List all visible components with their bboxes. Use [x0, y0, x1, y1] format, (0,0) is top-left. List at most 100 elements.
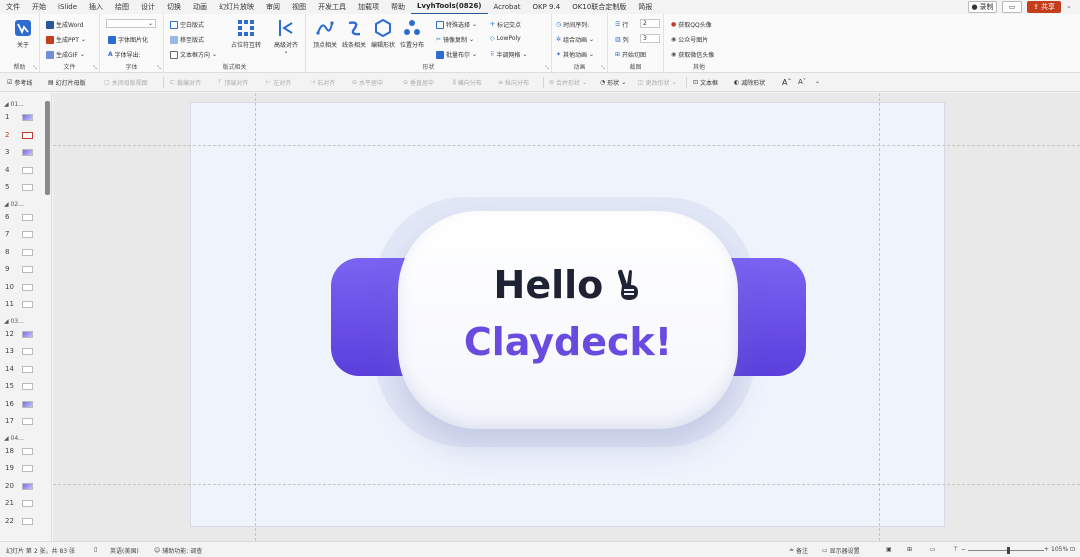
- slide-thumbnail[interactable]: [22, 517, 33, 525]
- menu-tab[interactable]: OKP 9.4: [527, 0, 567, 14]
- mirror-copy-button[interactable]: ✂ 镜像复制 ⌄: [436, 35, 474, 44]
- font-increase-button[interactable]: Aˆ: [782, 78, 791, 87]
- account-image-button[interactable]: ◉ 公众号图片: [671, 35, 708, 44]
- shape-button[interactable]: ◔ 形状 ⌄: [600, 78, 626, 87]
- language[interactable]: 英语(美国): [110, 546, 139, 555]
- chevron-down-icon[interactable]: ⌄: [1066, 2, 1072, 10]
- guides-toggle[interactable]: ☑ 参考线: [7, 78, 32, 87]
- merge-shape-button[interactable]: ⊚ 合并形状 ⌄: [549, 78, 587, 87]
- guide-line-v[interactable]: [879, 93, 880, 541]
- top-align-button[interactable]: ⊤ 顶端对齐: [217, 78, 248, 87]
- subtract-shape-button[interactable]: ◐ 减除形状: [734, 78, 765, 87]
- font-export-button[interactable]: A 字体导出:: [108, 50, 141, 59]
- zoom-out-icon[interactable]: −: [961, 546, 966, 553]
- accessibility-status[interactable]: ☺ 辅助功能: 调查: [154, 546, 202, 555]
- gen-word-button[interactable]: 生成Word: [46, 20, 83, 29]
- halftone-grid-button[interactable]: ⠿ 半调网格 ⌄: [490, 50, 527, 59]
- zoom-level[interactable]: 105%: [1051, 546, 1068, 553]
- h-center-button[interactable]: ⊝ 水平居中: [352, 78, 383, 87]
- spellcheck-icon[interactable]: ▯: [94, 546, 97, 553]
- launcher-icon[interactable]: ⤡: [33, 65, 37, 71]
- slide-thumbnail[interactable]: [22, 213, 33, 221]
- section-header[interactable]: ◢ 03...: [4, 318, 24, 325]
- guide-line-h[interactable]: [53, 145, 1080, 146]
- guide-line-h[interactable]: [53, 484, 1080, 485]
- slide-thumbnail[interactable]: [22, 500, 33, 507]
- slide-thumbnail[interactable]: [22, 184, 33, 191]
- vertex-button[interactable]: 顶点相关: [309, 40, 341, 49]
- slide-thumbnail[interactable]: [22, 447, 33, 455]
- slide-thumbnail[interactable]: [22, 400, 33, 408]
- zoom-slider[interactable]: [968, 550, 1044, 551]
- v-center-button[interactable]: ⊝ 垂直居中: [403, 78, 434, 87]
- slide-thumbnail[interactable]: [22, 131, 33, 139]
- zoom-in-icon[interactable]: +: [1044, 546, 1049, 553]
- crop-align-button[interactable]: ⊏ 裁编对齐: [170, 78, 201, 87]
- menu-tab[interactable]: 开始: [26, 0, 52, 14]
- reading-view-icon[interactable]: ▭: [930, 546, 936, 553]
- get-wechat-avatar-button[interactable]: ◉ 获取微信头像: [671, 50, 714, 59]
- menu-tab[interactable]: 加载项: [352, 0, 385, 14]
- slide-thumbnail[interactable]: [22, 348, 33, 355]
- menu-tab[interactable]: 审阅: [260, 0, 286, 14]
- section-header[interactable]: ◢ 01...: [4, 101, 24, 108]
- section-header[interactable]: ◢ 04...: [4, 435, 24, 442]
- clay-wing-right[interactable]: [726, 258, 806, 376]
- slide-thumbnail[interactable]: [22, 365, 33, 373]
- vertex-icon[interactable]: [316, 19, 334, 37]
- slide-thumbnail[interactable]: [22, 301, 33, 308]
- slide[interactable]: Hello Claydeck!: [190, 102, 945, 527]
- slide-thumbnail[interactable]: [22, 465, 33, 472]
- edit-shape-icon[interactable]: [374, 19, 392, 37]
- col-count-input[interactable]: 3: [640, 34, 660, 43]
- launcher-icon[interactable]: ⤡: [601, 65, 605, 71]
- menu-tab[interactable]: 帮助: [385, 0, 411, 14]
- get-qq-avatar-button[interactable]: ● 获取QQ头像: [671, 20, 712, 29]
- move-layout-button[interactable]: 移至版式: [170, 35, 204, 44]
- menu-tab[interactable]: 简报: [632, 0, 658, 14]
- comment-button[interactable]: ▭: [1002, 1, 1022, 13]
- about-button[interactable]: 关于: [14, 40, 32, 49]
- menu-tab[interactable]: Acrobat: [488, 0, 527, 14]
- distribute-icon[interactable]: [403, 19, 421, 37]
- guide-line-v[interactable]: [255, 93, 256, 541]
- claydeck-text[interactable]: Claydeck!: [398, 320, 738, 364]
- edit-shape-button[interactable]: 编辑形状: [367, 40, 399, 49]
- other-animation-button[interactable]: ✦ 其他动画 ⌄: [556, 50, 594, 59]
- slide-thumbnail[interactable]: [22, 166, 33, 174]
- right-align-button[interactable]: ⊣ 右对齐: [310, 78, 335, 87]
- h-distribute-button[interactable]: ⫼ 横向分布: [453, 78, 482, 88]
- menu-tab[interactable]: 插入: [83, 0, 109, 14]
- slide-thumbnail[interactable]: [22, 266, 33, 273]
- left-align-button[interactable]: ⊢ 左对齐: [266, 78, 291, 87]
- slide-thumbnail[interactable]: [22, 149, 33, 156]
- zoom-slider-handle[interactable]: [1007, 547, 1010, 554]
- normal-view-icon[interactable]: ▣: [886, 546, 892, 553]
- row-count-input[interactable]: 2: [640, 19, 660, 28]
- display-settings-button[interactable]: ▭ 显示器设置: [822, 546, 860, 555]
- slideshow-icon[interactable]: ⊤: [953, 546, 958, 553]
- change-shape-button[interactable]: ◫ 更改形状 ⌄: [638, 78, 677, 87]
- share-button[interactable]: ⇪ 共享: [1027, 1, 1061, 13]
- launcher-icon[interactable]: ⤡: [545, 65, 549, 71]
- batch-boolean-button[interactable]: 批量布尔 ⌄: [436, 50, 477, 59]
- menu-tab[interactable]: 绘图: [109, 0, 135, 14]
- lowpoly-button[interactable]: ◇ LowPoly: [490, 35, 521, 42]
- slide-thumbnail[interactable]: [22, 114, 33, 121]
- font-decrease-button[interactable]: Aˇ: [798, 78, 806, 86]
- line-icon[interactable]: [345, 19, 363, 37]
- font-select[interactable]: ⌄: [106, 19, 156, 28]
- font-picture-button[interactable]: 字体图片化: [108, 35, 148, 44]
- menu-tab[interactable]: 幻灯片放映: [213, 0, 260, 14]
- gen-ppt-button[interactable]: 生成PPT ⌄: [46, 35, 86, 44]
- chevron-down-icon[interactable]: ⌄: [815, 78, 820, 85]
- time-sequence-button[interactable]: ◷ 时间序列:: [556, 20, 589, 29]
- notes-button[interactable]: ≐ 备注: [789, 546, 808, 555]
- close-master-button[interactable]: ▢ 关闭母版视图: [104, 78, 148, 87]
- slide-thumbnail[interactable]: [22, 482, 33, 490]
- mark-intersection-button[interactable]: ✛ 标记交点: [490, 20, 521, 29]
- hello-text[interactable]: Hello: [398, 263, 738, 307]
- slide-thumbnail[interactable]: [22, 383, 33, 390]
- fit-slide-icon[interactable]: ⊡: [1070, 546, 1075, 553]
- menu-tab[interactable]: LvyhTools(0826): [411, 0, 488, 15]
